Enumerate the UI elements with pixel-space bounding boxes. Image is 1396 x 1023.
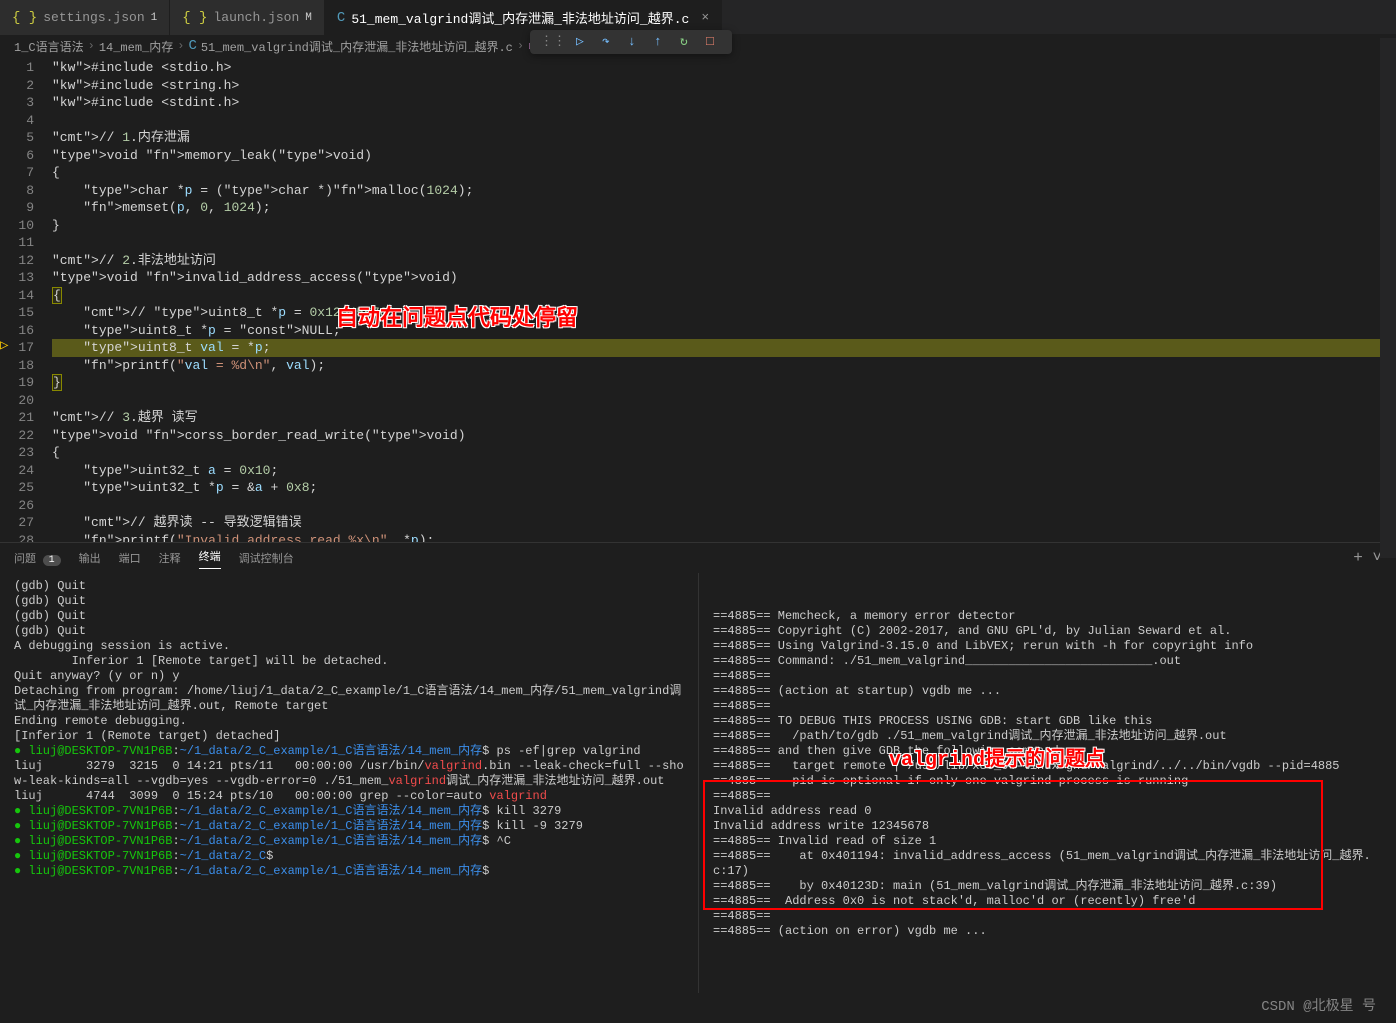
add-terminal-icon[interactable]: + ˅ [1353,549,1382,567]
tab-comments[interactable]: 注释 [159,550,181,566]
c-file-icon: C [188,38,196,54]
chevron-right-icon: › [177,39,184,53]
step-out-icon[interactable]: ↑ [654,34,670,50]
tab-marker: M [305,12,312,24]
tab-output[interactable]: 输出 [79,550,101,566]
code-editor[interactable]: 1234567891011121314151617181920212223242… [0,57,1396,542]
code-content[interactable]: "kw">#include <stdio.h>"kw">#include <st… [52,57,1396,542]
tab-terminal[interactable]: 终端 [199,548,221,569]
tab-settings-json[interactable]: { } settings.json 1 [0,0,170,35]
line-numbers: 1234567891011121314151617181920212223242… [0,57,52,542]
tab-label: launch.json [213,10,299,25]
chevron-right-icon: › [88,39,95,53]
tab-marker: 1 [151,12,158,24]
annotation-text: 自动在问题点代码处停留 [336,300,578,332]
continue-icon[interactable]: ▷ [576,34,592,50]
tab-ports[interactable]: 端口 [119,550,141,566]
debug-toolbar: ⋮⋮ ▷ ↷ ↓ ↑ ↻ □ [530,30,732,54]
panel-tabs: 问题 1 输出 端口 注释 终端 调试控制台 + ˅ [0,543,1396,573]
tab-label: settings.json [43,10,144,25]
bottom-panel: 问题 1 输出 端口 注释 终端 调试控制台 + ˅ (gdb) Quit(gd… [0,542,1396,993]
drag-handle-icon[interactable]: ⋮⋮ [540,34,566,50]
chevron-right-icon: › [517,39,524,53]
json-icon: { } [182,10,207,26]
restart-icon[interactable]: ↻ [680,34,696,50]
terminals: (gdb) Quit(gdb) Quit(gdb) Quit(gdb) Quit… [0,573,1396,993]
tab-debug-console[interactable]: 调试控制台 [239,550,294,566]
breadcrumb-part[interactable]: 14_mem_内存 [99,38,173,55]
c-file-icon: C [337,10,345,26]
breakpoint-icon[interactable]: ▷ [0,337,8,354]
tab-launch-json[interactable]: { } launch.json M [170,0,325,35]
annotation-text: valgrind提示的问题点 [889,753,1105,768]
stop-icon[interactable]: □ [706,34,722,50]
step-into-icon[interactable]: ↓ [628,34,644,50]
tab-problems[interactable]: 问题 1 [14,550,61,566]
terminal-left[interactable]: (gdb) Quit(gdb) Quit(gdb) Quit(gdb) Quit… [0,573,698,993]
json-icon: { } [12,10,37,26]
problems-badge: 1 [43,555,61,566]
breadcrumb-part[interactable]: 1_C语言语法 [14,38,84,55]
watermark: CSDN @北极星 号 [1261,995,1376,1015]
terminal-right[interactable]: ==4885== Memcheck, a memory error detect… [698,573,1396,993]
minimap[interactable] [1380,38,1396,558]
close-icon[interactable]: × [701,10,709,25]
step-over-icon[interactable]: ↷ [602,34,618,50]
breadcrumb-part[interactable]: 51_mem_valgrind调试_内存泄漏_非法地址访问_越界.c [201,38,513,55]
tab-label: 51_mem_valgrind调试_内存泄漏_非法地址访问_越界.c [351,8,689,27]
